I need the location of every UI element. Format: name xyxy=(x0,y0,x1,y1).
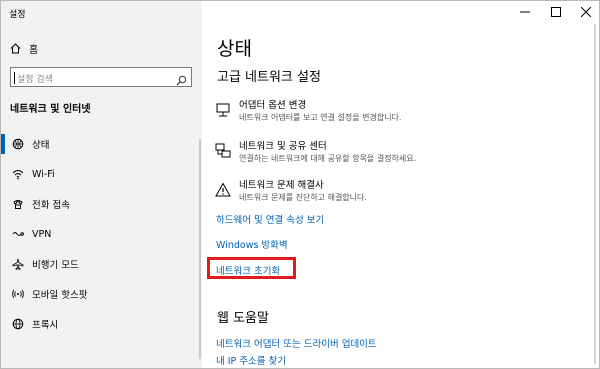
search-input[interactable]: 설정 검색 xyxy=(10,67,192,87)
highlight-box xyxy=(207,257,296,279)
home-label: 홈 xyxy=(29,44,39,56)
sidebar-item-hotspot[interactable]: 모바일 핫스팟 xyxy=(1,279,202,309)
main-scrollbar[interactable] xyxy=(594,24,596,364)
home-nav-item[interactable]: 홈 xyxy=(10,39,39,58)
maximize-icon xyxy=(551,2,561,21)
globe-status-icon xyxy=(12,138,24,150)
search-icon[interactable] xyxy=(176,71,187,90)
sidebar-scrollbar[interactable] xyxy=(199,139,201,359)
sidebar-item-label: 비행기 모드 xyxy=(32,260,79,271)
sidebar-item-dialup[interactable]: 전화 접속 xyxy=(1,189,202,219)
sidebar: 설정 홈 설정 검색 네트워크 및 인터넷 상태 Wi-Fi 전화 접속 VPN… xyxy=(1,1,202,368)
hotspot-icon xyxy=(12,288,24,300)
sharing-center-icon xyxy=(215,143,231,159)
close-icon xyxy=(580,2,592,21)
sidebar-item-label: 전화 접속 xyxy=(32,200,70,211)
sidebar-item-wifi[interactable]: Wi-Fi xyxy=(1,159,202,189)
sidebar-item-label: VPN xyxy=(32,228,52,240)
sidebar-item-airplane-mode[interactable]: 비행기 모드 xyxy=(1,249,202,279)
sidebar-item-proxy[interactable]: 프록시 xyxy=(1,309,202,339)
adapter-icon xyxy=(215,102,231,118)
find-ip-link[interactable]: 내 IP 주소를 찾기 xyxy=(216,353,286,367)
sharing-center-desc: 연결하는 네트워크에 대해 공유할 항목을 결정하세요. xyxy=(239,154,417,163)
web-help-title: 웹 도움말 xyxy=(217,311,269,326)
wifi-icon xyxy=(12,168,24,180)
window-title: 설정 xyxy=(9,10,26,20)
sidebar-item-vpn[interactable]: VPN xyxy=(1,219,202,249)
maximize-button[interactable] xyxy=(549,4,563,18)
text-caret xyxy=(14,72,15,84)
close-button[interactable] xyxy=(579,4,593,18)
troubleshooter-desc: 네트워크 문제를 진단하고 해결합니다. xyxy=(239,193,367,202)
sidebar-section-title: 네트워크 및 인터넷 xyxy=(10,104,91,115)
sidebar-item-label: 상태 xyxy=(32,140,50,151)
minimize-icon xyxy=(520,2,530,21)
warning-icon xyxy=(215,182,231,198)
sidebar-nav: 상태 Wi-Fi 전화 접속 VPN 비행기 모드 모바일 핫스팟 프록시 xyxy=(1,129,202,339)
search-placeholder: 설정 검색 xyxy=(17,75,53,85)
sidebar-item-status[interactable]: 상태 xyxy=(1,129,202,159)
troubleshooter-title: 네트워크 문제 해결사 xyxy=(239,180,324,191)
windows-firewall-link[interactable]: Windows 방화벽 xyxy=(216,237,288,251)
globe-icon xyxy=(12,318,24,330)
adapter-options-title: 어댑터 옵션 변경 xyxy=(239,100,307,111)
phone-icon xyxy=(12,198,24,210)
hardware-properties-link[interactable]: 하드웨어 및 연결 속성 보기 xyxy=(216,212,324,226)
sidebar-item-label: Wi-Fi xyxy=(32,168,55,180)
adapter-options-item[interactable]: 어댑터 옵션 변경 네트워크 어댑터를 보고 연결 설정을 변경합니다. xyxy=(215,100,401,123)
airplane-icon xyxy=(12,258,24,270)
sidebar-item-label: 프록시 xyxy=(32,320,59,331)
network-sharing-center-item[interactable]: 네트워크 및 공유 센터 연결하는 네트워크에 대해 공유할 항목을 결정하세요… xyxy=(215,141,416,164)
sharing-center-title: 네트워크 및 공유 센터 xyxy=(239,141,327,152)
home-icon xyxy=(10,39,21,58)
minimize-button[interactable] xyxy=(518,4,532,18)
update-driver-link[interactable]: 네트워크 어댑터 또는 드라이버 업데이트 xyxy=(216,336,377,350)
sidebar-item-label: 모바일 핫스팟 xyxy=(32,290,88,301)
page-title: 상태 xyxy=(217,38,252,60)
section-title-advanced-network: 고급 네트워크 설정 xyxy=(217,70,321,85)
network-troubleshooter-item[interactable]: 네트워크 문제 해결사 네트워크 문제를 진단하고 해결합니다. xyxy=(215,180,367,203)
adapter-options-desc: 네트워크 어댑터를 보고 연결 설정을 변경합니다. xyxy=(239,113,402,122)
vpn-icon xyxy=(12,228,24,240)
